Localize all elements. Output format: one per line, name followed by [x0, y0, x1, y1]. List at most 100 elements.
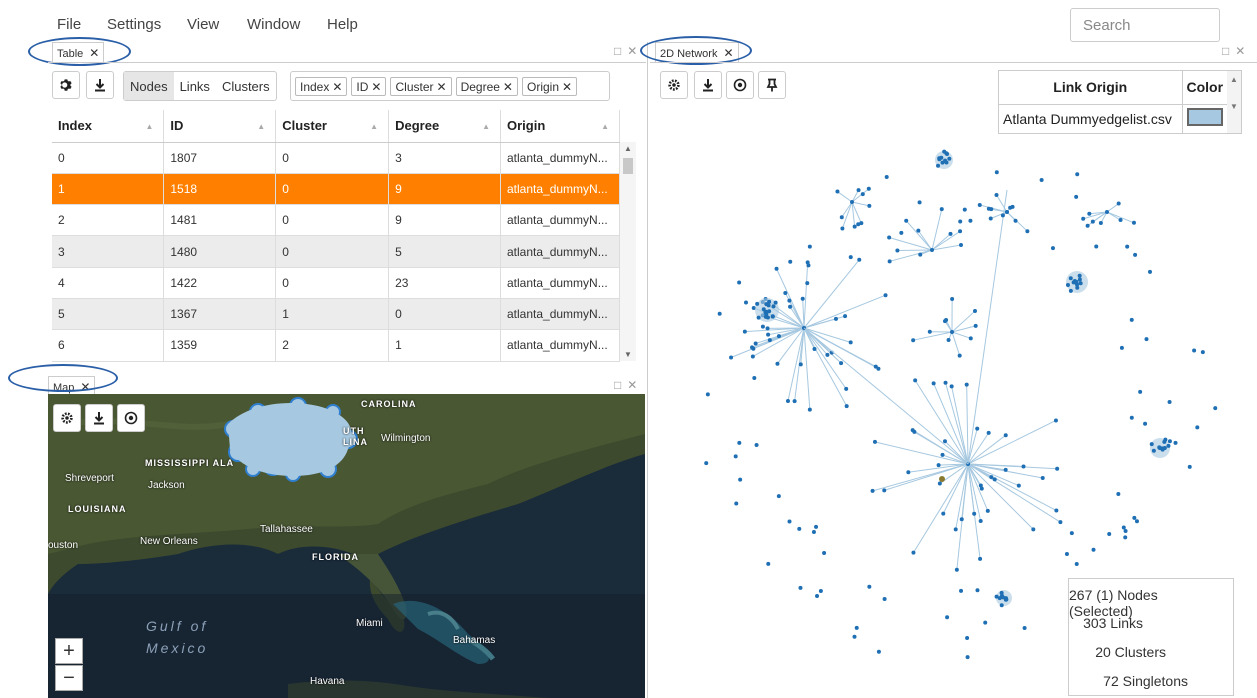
- network-node: [815, 593, 820, 598]
- target-icon: [124, 411, 138, 425]
- scroll-up-icon[interactable]: ▲: [624, 144, 632, 153]
- network-node: [1118, 218, 1123, 223]
- remove-icon[interactable]: ✕: [503, 80, 513, 94]
- settings-button[interactable]: [52, 71, 80, 99]
- header-label: ID: [170, 118, 184, 134]
- window-controls[interactable]: □✕: [614, 44, 643, 58]
- remove-icon[interactable]: ✕: [562, 80, 572, 94]
- network-node: [1200, 350, 1205, 355]
- zoom-in-button[interactable]: +: [55, 638, 83, 664]
- network-node: [792, 399, 797, 404]
- window-controls[interactable]: □✕: [614, 378, 643, 392]
- remove-icon[interactable]: ✕: [332, 80, 342, 94]
- network-link: [905, 220, 933, 251]
- cell-cluster: 0: [275, 267, 390, 299]
- table-row[interactable]: 5 1367 1 0 atlanta_dummyN...: [52, 298, 621, 331]
- network-node: [950, 330, 954, 334]
- cell-id: 1807: [163, 142, 277, 174]
- column-header-id[interactable]: ID ▲: [163, 110, 277, 143]
- scroll-down-icon[interactable]: ▼: [624, 350, 632, 359]
- network-node: [1000, 213, 1005, 218]
- network-node: [1081, 216, 1086, 221]
- menu-window[interactable]: Window: [247, 16, 300, 33]
- map-download-button[interactable]: [85, 404, 113, 432]
- table-row[interactable]: 4 1422 0 23 atlanta_dummyN...: [52, 267, 621, 299]
- network-node: [906, 470, 911, 475]
- network-node: [743, 300, 748, 305]
- network-node: [1074, 562, 1079, 567]
- zoom-out-button[interactable]: −: [55, 665, 83, 691]
- sort-icon[interactable]: ▲: [601, 122, 609, 131]
- network-link: [884, 463, 969, 491]
- network-node: [939, 476, 945, 482]
- sort-icon[interactable]: ▲: [482, 122, 490, 131]
- menu-settings[interactable]: Settings: [107, 16, 161, 33]
- remove-icon[interactable]: ✕: [437, 80, 447, 94]
- segment-nodes[interactable]: Nodes: [124, 72, 174, 100]
- network-node: [1143, 421, 1148, 426]
- legend-header-color: Color: [1182, 71, 1227, 105]
- column-header-degree[interactable]: Degree ▲: [388, 110, 501, 143]
- table-row[interactable]: 0 1807 0 3 atlanta_dummyN...: [52, 142, 621, 174]
- sort-icon[interactable]: ▲: [370, 122, 378, 131]
- network-node: [766, 332, 771, 337]
- network-link: [803, 315, 846, 329]
- segment-links[interactable]: Links: [174, 72, 216, 100]
- network-stats-panel: 267 (1) Nodes (Selected) 303 Links 20 Cl…: [1068, 578, 1234, 696]
- column-header-origin[interactable]: Origin ▲: [500, 110, 621, 143]
- cell-index: 2: [52, 204, 165, 237]
- network-node: [860, 192, 865, 197]
- table-row[interactable]: 1 1518 0 9 atlanta_dummyN...: [52, 173, 621, 206]
- cell-cluster: 0: [275, 142, 390, 174]
- map-center-button[interactable]: [117, 404, 145, 432]
- menu-view[interactable]: View: [187, 16, 219, 33]
- table-scrollbar[interactable]: ▲ ▼: [620, 142, 636, 361]
- menu-file[interactable]: File: [57, 16, 81, 33]
- map-settings-button[interactable]: [53, 404, 81, 432]
- network-node: [755, 301, 760, 306]
- download-button[interactable]: [86, 71, 114, 99]
- network-node: [1058, 520, 1063, 525]
- sort-icon[interactable]: ▲: [145, 122, 153, 131]
- segment-clusters[interactable]: Clusters: [216, 72, 276, 100]
- scroll-thumb[interactable]: [623, 158, 633, 174]
- network-node: [957, 353, 962, 358]
- search-input[interactable]: Search: [1070, 8, 1220, 42]
- legend-color-cell[interactable]: [1182, 104, 1227, 133]
- chip-cluster: Cluster ✕: [390, 77, 452, 96]
- column-filter-chips[interactable]: Index ✕ ID ✕ Cluster ✕ Degree ✕ Origin ✕: [290, 71, 610, 101]
- map-label: Bahamas: [453, 635, 496, 646]
- cell-degree: 0: [388, 298, 501, 331]
- column-header-cluster[interactable]: Cluster ▲: [275, 110, 390, 143]
- table-row[interactable]: 3 1480 0 5 atlanta_dummyN...: [52, 235, 621, 268]
- sort-icon[interactable]: ▲: [257, 122, 265, 131]
- network-node: [943, 380, 948, 385]
- network-node: [972, 309, 977, 314]
- network-node: [1074, 194, 1079, 199]
- map-view[interactable]: CAROLINA UTH LINA Wilmington MISSISSIPPI…: [48, 394, 645, 698]
- network-node: [904, 218, 909, 223]
- network-node: [964, 382, 969, 387]
- network-node: [1075, 285, 1080, 290]
- menu-help[interactable]: Help: [327, 16, 358, 33]
- network-node: [1166, 443, 1171, 448]
- table-row[interactable]: 2 1481 0 9 atlanta_dummyN...: [52, 204, 621, 237]
- network-node: [965, 655, 970, 660]
- network-node: [910, 428, 915, 433]
- menu-bar: File Settings View Window Help Search: [0, 0, 1257, 42]
- network-node: [776, 334, 781, 339]
- network-node: [1161, 446, 1166, 451]
- window-controls[interactable]: □✕: [1222, 44, 1251, 58]
- network-link: [897, 249, 933, 252]
- pane-divider[interactable]: [647, 42, 648, 698]
- network-node: [776, 494, 781, 499]
- column-header-index[interactable]: Index ▲: [52, 110, 165, 143]
- network-node: [887, 235, 892, 240]
- network-node: [876, 649, 881, 654]
- network-node: [1107, 531, 1112, 536]
- remove-icon[interactable]: ✕: [371, 80, 381, 94]
- color-swatch[interactable]: [1186, 108, 1223, 127]
- network-node: [958, 219, 963, 224]
- table-row[interactable]: 6 1359 2 1 atlanta_dummyN...: [52, 329, 621, 362]
- legend-scrollbar[interactable]: ▲ ▼: [1227, 71, 1241, 133]
